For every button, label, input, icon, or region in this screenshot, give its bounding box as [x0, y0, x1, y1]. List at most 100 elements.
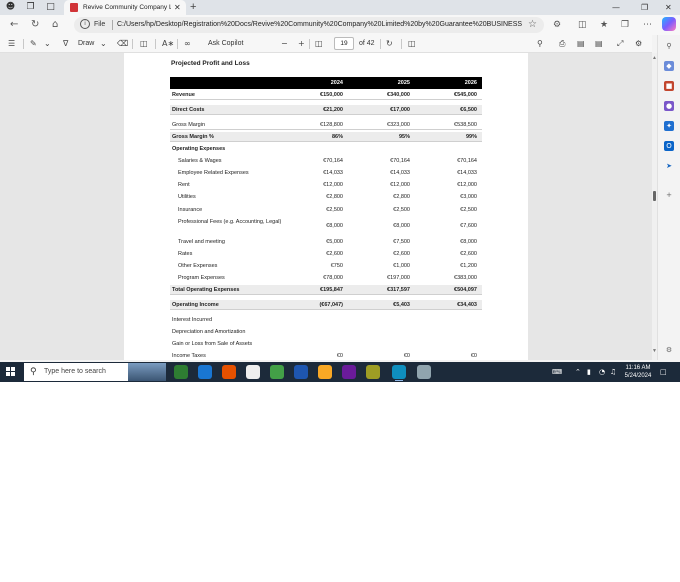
microsoft-365-icon[interactable]: ✦	[664, 121, 674, 131]
copilot-icon[interactable]	[662, 17, 676, 31]
apps-app-icon[interactable]	[342, 365, 356, 379]
save-as-icon[interactable]: ▤	[595, 38, 603, 50]
profile-icon[interactable]: ☻	[5, 2, 16, 13]
system-clock[interactable]: 11:16 AM 5/24/2024	[620, 364, 656, 380]
add-icon[interactable]: +	[664, 190, 674, 200]
info-icon[interactable]: i	[80, 19, 90, 29]
taskbar-search[interactable]: ⚲ Type here to search	[24, 363, 166, 381]
ask-copilot-button[interactable]: Ask Copilot	[208, 38, 243, 50]
table-header: 2024 2025 2026	[170, 77, 482, 89]
view-icon[interactable]: ◫	[140, 38, 148, 50]
windows-start-icon[interactable]	[6, 367, 16, 377]
table-row: Gain or Loss from Sale of Assets	[170, 339, 482, 349]
eraser-icon[interactable]: ⌫	[117, 38, 128, 50]
cell-value: €128,800	[320, 122, 343, 128]
favorite-star-icon[interactable]: ☆	[528, 18, 537, 31]
new-tab-icon[interactable]: +	[190, 1, 196, 13]
tab-actions-icon[interactable]: □	[45, 2, 56, 13]
minimize-icon[interactable]: —	[612, 2, 620, 13]
rotate-icon[interactable]: ↻	[386, 38, 393, 50]
print-icon[interactable]: ⎙	[559, 38, 565, 50]
tab-active[interactable]: Revive Community Company Lin ✕	[64, 0, 186, 15]
chevron-up-icon[interactable]: ⌃	[575, 367, 581, 377]
more-menu-icon[interactable]: ⋯	[643, 19, 652, 31]
drop-icon[interactable]: ➤	[664, 161, 674, 171]
search-placeholder: Type here to search	[44, 368, 106, 375]
edge-app-icon[interactable]	[392, 365, 406, 381]
shopping-icon[interactable]: ◆	[664, 61, 674, 71]
cell-value: 99%	[465, 134, 477, 140]
media-app-icon[interactable]	[417, 365, 431, 379]
url-text[interactable]: C:/Users/hp/Desktop/Registration%20Docs/…	[117, 19, 522, 31]
volume-icon[interactable]: ♫	[610, 367, 616, 377]
search-icon[interactable]: ⚲	[664, 41, 674, 51]
scrollbar-thumb[interactable]	[653, 191, 656, 201]
game-app-icon[interactable]	[366, 365, 380, 379]
tab-title: Revive Community Company Lin	[83, 4, 171, 11]
cell-value: €34,403	[457, 302, 477, 308]
row-label: Depreciation and Amortization	[172, 329, 246, 335]
draw-button[interactable]: Draw	[78, 38, 94, 50]
table-row: Rent €12,000 €12,000 €12,000	[170, 180, 482, 190]
table-row: Depreciation and Amortization	[170, 327, 482, 337]
back-icon[interactable]: ←	[10, 19, 18, 31]
sidebar-settings-icon[interactable]: ⚙	[664, 345, 674, 355]
mail-app-icon[interactable]	[198, 365, 212, 379]
chevron-down-icon[interactable]: ⌄	[100, 38, 107, 50]
fit-page-icon[interactable]: ◫	[315, 38, 323, 50]
table-row: Other Expenses €750 €1,000 €1,200	[170, 261, 482, 271]
favorites-icon[interactable]: ★	[600, 19, 608, 31]
toolbar-divider	[177, 39, 178, 49]
pdf-page: Projected Profit and Loss 2024 2025 2026…	[124, 53, 528, 360]
tab-close-icon[interactable]: ✕	[174, 2, 181, 13]
word-app-icon[interactable]	[294, 365, 308, 379]
split-screen-icon[interactable]: ◫	[578, 19, 587, 31]
settings-icon[interactable]: ⚙	[635, 38, 642, 50]
row-label: Professional Fees (e.g. Accounting, Lega…	[178, 219, 282, 225]
keyboard-icon[interactable]: ⌨	[552, 367, 562, 377]
copilot-small-icon[interactable]: ∞	[184, 38, 191, 50]
read-aloud-icon[interactable]: A∗	[162, 38, 174, 50]
address-bar[interactable]: i File C:/Users/hp/Desktop/Registration%…	[74, 17, 544, 33]
page-number-input[interactable]: 19	[334, 37, 354, 50]
battery-icon[interactable]: ▮	[587, 367, 591, 377]
contents-icon[interactable]: ☰	[8, 38, 15, 50]
cell-value: €3,000	[460, 194, 477, 200]
tools-icon[interactable]: ■	[664, 81, 674, 91]
chrome-app-icon[interactable]	[174, 365, 188, 379]
outlook-icon[interactable]: O	[664, 141, 674, 151]
workspaces-icon[interactable]: ❐	[25, 2, 36, 13]
zoom-out-icon[interactable]: −	[281, 38, 288, 50]
row-label: Operating Income	[172, 302, 219, 308]
home-icon[interactable]: ⌂	[52, 19, 58, 31]
pdf-file-icon	[70, 3, 78, 12]
expand-icon[interactable]: ⤢	[617, 38, 623, 50]
firefox-app-icon[interactable]	[222, 365, 236, 379]
chevron-down-icon[interactable]: ⌄	[44, 38, 51, 50]
cell-value: €14,033	[390, 170, 410, 176]
restore-icon[interactable]: ❐	[641, 2, 648, 13]
table-row: Salaries & Wages €70,164 €70,164 €70,164	[170, 156, 482, 166]
save-icon[interactable]: ▤	[577, 38, 585, 50]
window-close-icon[interactable]: ✕	[665, 2, 672, 13]
photos-app-icon[interactable]	[270, 365, 284, 379]
file-explorer-app-icon[interactable]	[318, 365, 332, 379]
network-icon[interactable]: ◔	[599, 367, 605, 377]
notifications-icon[interactable]: □	[660, 367, 667, 377]
screen: ☻ ❐ □ Revive Community Company Lin ✕ + —…	[0, 0, 680, 382]
extensions-icon[interactable]: ⚙	[553, 19, 561, 31]
search-icon[interactable]: ⚲	[537, 38, 543, 50]
table-row: Rates €2,600 €2,600 €2,600	[170, 249, 482, 259]
column-header: 2025	[397, 80, 410, 86]
collections-icon[interactable]: ❐	[621, 19, 629, 31]
store-app-icon[interactable]	[246, 365, 260, 379]
zoom-in-icon[interactable]: +	[298, 38, 305, 50]
row-label: Gross Margin %	[172, 134, 214, 140]
draw-icon[interactable]: ∇	[63, 38, 68, 50]
document-viewer[interactable]: Projected Profit and Loss 2024 2025 2026…	[0, 53, 652, 360]
refresh-icon[interactable]: ↻	[31, 19, 39, 31]
page-view-icon[interactable]: ◫	[408, 38, 416, 50]
row-label: Operating Expenses	[172, 146, 226, 152]
games-icon[interactable]: ●	[664, 101, 674, 111]
highlight-icon[interactable]: ✎	[30, 38, 37, 50]
